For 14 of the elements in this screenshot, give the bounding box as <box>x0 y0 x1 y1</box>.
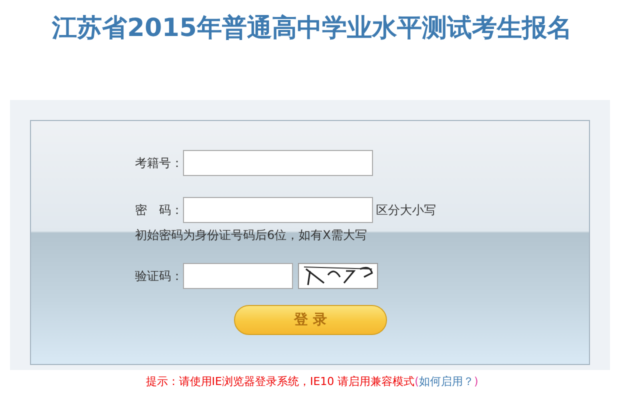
input-field[interactable] <box>183 197 373 223</box>
input-field[interactable] <box>183 150 373 176</box>
field-label: 验证码： <box>135 268 183 284</box>
login-button[interactable]: 登 录 <box>234 305 387 335</box>
parenthesis: ) <box>474 375 478 388</box>
notice-text: 提示：请使用IE浏览器登录系统，IE10 请启用兼容模式 <box>146 375 415 388</box>
field-note: 区分大小写 <box>376 202 436 218</box>
input-field[interactable] <box>183 263 293 289</box>
parenthesis: ( <box>414 375 419 388</box>
help-link[interactable]: 如何启用？ <box>418 375 474 388</box>
page-title: 江苏省2015年普通高中学业水平测试考生报名 <box>50 12 573 44</box>
field-label: 密 码： <box>135 202 183 218</box>
password-hint: 初始密码为身份证号码后6位，如有X需大写 <box>134 227 368 244</box>
field-label: 考籍号： <box>135 154 183 172</box>
